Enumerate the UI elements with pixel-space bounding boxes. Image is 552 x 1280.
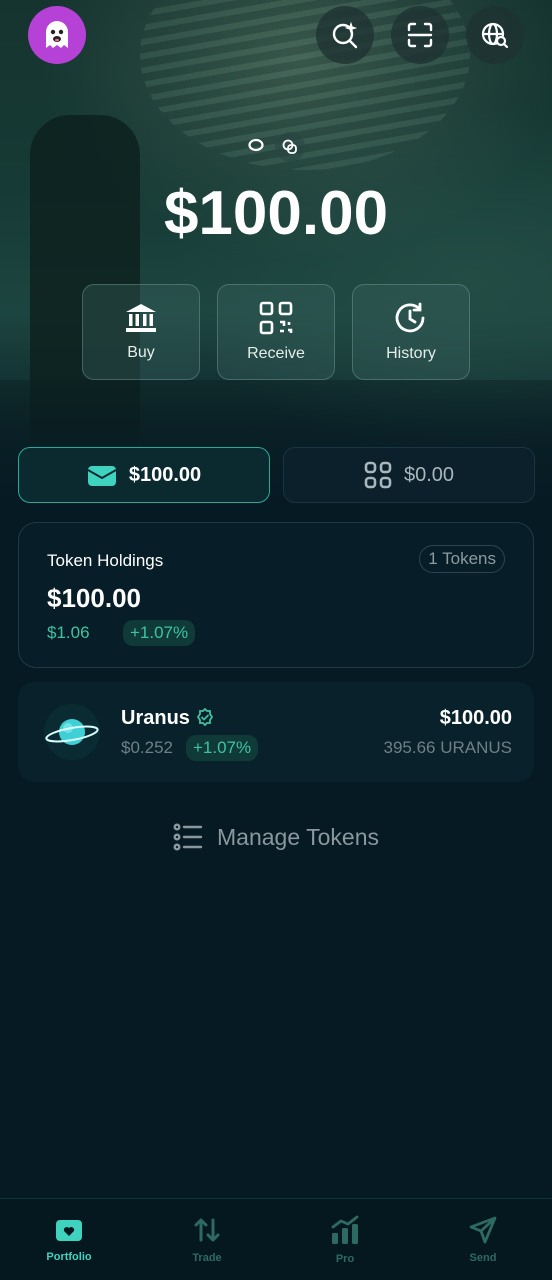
- nav-trade-label: Trade: [192, 1251, 222, 1264]
- nav-pro[interactable]: Pro: [276, 1199, 414, 1280]
- manage-tokens-button[interactable]: Manage Tokens: [0, 822, 552, 852]
- token-value: $100.00: [439, 707, 512, 729]
- planet-icon: [45, 719, 99, 745]
- bottom-navigation: Portfolio Trade Pro Send: [0, 1198, 552, 1280]
- wallet-balance: $100.00: [163, 179, 389, 248]
- holdings-title: Token Holdings: [47, 551, 164, 570]
- globe-search-icon: [481, 22, 509, 49]
- token-name: Uranus: [121, 707, 190, 729]
- nav-pro-label: Pro: [335, 1252, 355, 1265]
- nav-portfolio-label: Portfolio: [46, 1250, 92, 1263]
- tab-collectibles[interactable]: $0.00: [283, 447, 535, 503]
- holdings-count-badge: 1 Tokens: [419, 545, 505, 573]
- scan-button[interactable]: [391, 6, 449, 64]
- uranus-logo: [44, 704, 100, 760]
- history-icon: [395, 302, 425, 333]
- buy-button[interactable]: Buy: [82, 284, 200, 380]
- grid-icon: [364, 461, 392, 489]
- qr-code-icon: [259, 301, 293, 335]
- bank-icon: [126, 304, 156, 332]
- token-row-uranus[interactable]: Uranus $0.252 +1.07% $100.00 395.66 URAN…: [18, 682, 534, 782]
- history-button[interactable]: History: [352, 284, 470, 380]
- tab-tokens[interactable]: $100.00: [18, 447, 270, 503]
- nav-portfolio[interactable]: Portfolio: [0, 1199, 138, 1280]
- nav-send-label: Send: [469, 1251, 497, 1264]
- avatar[interactable]: [28, 6, 86, 64]
- search-button[interactable]: [316, 6, 374, 64]
- explore-button[interactable]: [466, 6, 524, 64]
- token-change-percent: +1.07%: [186, 735, 259, 761]
- copy-icon: [282, 139, 297, 154]
- send-icon: [469, 1216, 497, 1243]
- balance-controls: [0, 132, 552, 162]
- chart-bars-icon: [331, 1215, 359, 1244]
- holdings-change-percent: +1.07%: [123, 620, 196, 646]
- token-price: $0.252: [121, 738, 173, 757]
- hero-background: [0, 0, 552, 520]
- receive-button[interactable]: Receive: [217, 284, 335, 380]
- manage-tokens-label: Manage Tokens: [217, 823, 379, 850]
- tokens-tab-value: $100.00: [128, 463, 202, 486]
- verified-icon: [196, 708, 214, 726]
- holdings-value: $100.00: [47, 583, 141, 613]
- nav-send[interactable]: Send: [414, 1199, 552, 1280]
- ghost-icon: [46, 21, 68, 48]
- copy-button[interactable]: [275, 132, 305, 162]
- holdings-change-value: $1.06: [47, 623, 90, 642]
- list-icon: [173, 823, 203, 851]
- scan-icon: [407, 22, 433, 48]
- wallet-heart-icon: [56, 1219, 82, 1241]
- receive-label: Receive: [247, 345, 305, 362]
- token-holdings-card: Token Holdings 1 Tokens $100.00 $1.06 +1…: [18, 522, 534, 668]
- swap-arrows-icon: [194, 1218, 220, 1241]
- eye-icon[interactable]: [247, 138, 265, 152]
- token-amount: 395.66 URANUS: [383, 738, 512, 757]
- history-label: History: [386, 345, 436, 362]
- wallet-icon: [87, 466, 117, 486]
- nav-trade[interactable]: Trade: [138, 1199, 276, 1280]
- collectibles-tab-value: $0.00: [403, 463, 455, 486]
- search-sparkle-icon: [332, 21, 358, 49]
- buy-label: Buy: [127, 344, 155, 361]
